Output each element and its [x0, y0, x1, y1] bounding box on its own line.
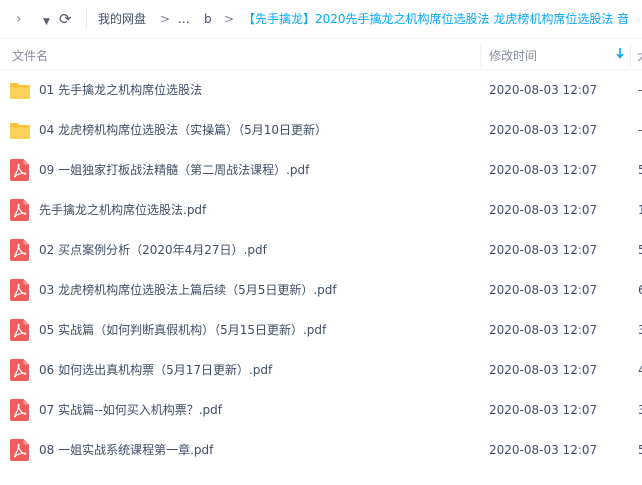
sort-descending-icon[interactable]	[615, 46, 625, 60]
toolbar: › ▼ ⟳ 我的网盘 > ... b > 【先手擒龙】2020先手擒龙之机构席位…	[0, 0, 642, 38]
file-size: 3	[638, 323, 642, 337]
folder-icon	[10, 79, 30, 101]
column-divider[interactable]	[480, 43, 481, 66]
pdf-icon	[10, 239, 30, 261]
file-row[interactable]: 03 龙虎榜机构席位选股法上篇后续（5月5日更新）.pdf 2020-08-03 …	[0, 270, 642, 310]
file-name[interactable]: 08 一姐实战系统课程第一章.pdf	[39, 442, 213, 458]
file-modified-time: 2020-08-03 12:07	[489, 243, 598, 257]
pdf-icon	[10, 359, 30, 381]
folder-icon	[10, 119, 30, 141]
column-header-name[interactable]: 文件名	[12, 47, 48, 64]
breadcrumb-folder-b[interactable]: b	[204, 11, 212, 27]
breadcrumb-separator: >	[160, 12, 171, 26]
file-size: 5	[638, 243, 642, 257]
file-modified-time: 2020-08-03 12:07	[489, 363, 598, 377]
file-row[interactable]: 01 先手擒龙之机构席位选股法 2020-08-03 12:07 -	[0, 70, 642, 110]
file-modified-time: 2020-08-03 12:07	[489, 283, 598, 297]
file-size: 5	[638, 443, 642, 457]
file-size: -	[638, 123, 642, 137]
file-modified-time: 2020-08-03 12:07	[489, 403, 598, 417]
refresh-icon[interactable]: ⟳	[59, 10, 72, 28]
file-name[interactable]: 05 实战篇（如何判断真假机构）（5月15日更新）.pdf	[39, 322, 326, 338]
breadcrumb-separator: >	[224, 12, 235, 26]
breadcrumb-root[interactable]: 我的网盘	[98, 11, 146, 27]
file-modified-time: 2020-08-03 12:07	[489, 83, 598, 97]
history-dropdown-icon[interactable]: ▼	[43, 13, 50, 31]
file-size: 3	[638, 403, 642, 417]
pdf-icon	[10, 439, 30, 461]
file-row[interactable]: 04 龙虎榜机构席位选股法（实操篇）（5月10日更新） 2020-08-03 12…	[0, 110, 642, 150]
file-size: 4	[638, 363, 642, 377]
file-name[interactable]: 03 龙虎榜机构席位选股法上篇后续（5月5日更新）.pdf	[39, 282, 337, 298]
pdf-icon	[10, 279, 30, 301]
column-header-size[interactable]: 大	[637, 47, 642, 64]
file-row[interactable]: 09 一姐独家打板战法精髓（第二周战法课程）.pdf 2020-08-03 12:…	[0, 150, 642, 190]
file-modified-time: 2020-08-03 12:07	[489, 123, 598, 137]
file-row[interactable]: 05 实战篇（如何判断真假机构）（5月15日更新）.pdf 2020-08-03 …	[0, 310, 642, 350]
back-arrow-icon[interactable]: ›	[16, 10, 22, 28]
column-divider[interactable]	[630, 43, 631, 66]
file-row[interactable]: 08 一姐实战系统课程第一章.pdf 2020-08-03 12:07 5	[0, 430, 642, 470]
file-size: -	[638, 83, 642, 97]
file-name[interactable]: 07 实战篇--如何买入机构票？.pdf	[39, 402, 222, 418]
toolbar-divider	[86, 9, 87, 29]
file-name[interactable]: 先手擒龙之机构席位选股法.pdf	[39, 202, 206, 218]
file-name[interactable]: 09 一姐独家打板战法精髓（第二周战法课程）.pdf	[39, 162, 309, 178]
file-name[interactable]: 01 先手擒龙之机构席位选股法	[39, 82, 202, 98]
pdf-icon	[10, 159, 30, 181]
file-size: 5	[638, 163, 642, 177]
breadcrumb-ellipsis[interactable]: ...	[178, 11, 189, 27]
file-name[interactable]: 02 买点案例分析（2020年4月27日）.pdf	[39, 242, 267, 258]
file-row[interactable]: 06 如何选出真机构票（5月17日更新）.pdf 2020-08-03 12:07…	[0, 350, 642, 390]
file-row[interactable]: 07 实战篇--如何买入机构票？.pdf 2020-08-03 12:07 3	[0, 390, 642, 430]
file-row[interactable]: 先手擒龙之机构席位选股法.pdf 2020-08-03 12:07 1	[0, 190, 642, 230]
pdf-icon	[10, 199, 30, 221]
column-header-modified[interactable]: 修改时间	[489, 47, 537, 64]
file-modified-time: 2020-08-03 12:07	[489, 163, 598, 177]
file-modified-time: 2020-08-03 12:07	[489, 443, 598, 457]
pdf-icon	[10, 399, 30, 421]
file-size: 1	[638, 203, 642, 217]
breadcrumb-current: 【先手擒龙】2020先手擒龙之机构席位选股法 龙虎榜机构席位选股法 音	[243, 12, 630, 26]
file-name[interactable]: 04 龙虎榜机构席位选股法（实操篇）（5月10日更新）	[39, 122, 327, 138]
file-modified-time: 2020-08-03 12:07	[489, 323, 598, 337]
file-size: 6	[638, 283, 642, 297]
file-row[interactable]: 02 买点案例分析（2020年4月27日）.pdf 2020-08-03 12:0…	[0, 230, 642, 270]
file-name[interactable]: 06 如何选出真机构票（5月17日更新）.pdf	[39, 362, 272, 378]
file-modified-time: 2020-08-03 12:07	[489, 203, 598, 217]
file-list-header: 文件名 修改时间 大	[0, 38, 642, 70]
pdf-icon	[10, 319, 30, 341]
